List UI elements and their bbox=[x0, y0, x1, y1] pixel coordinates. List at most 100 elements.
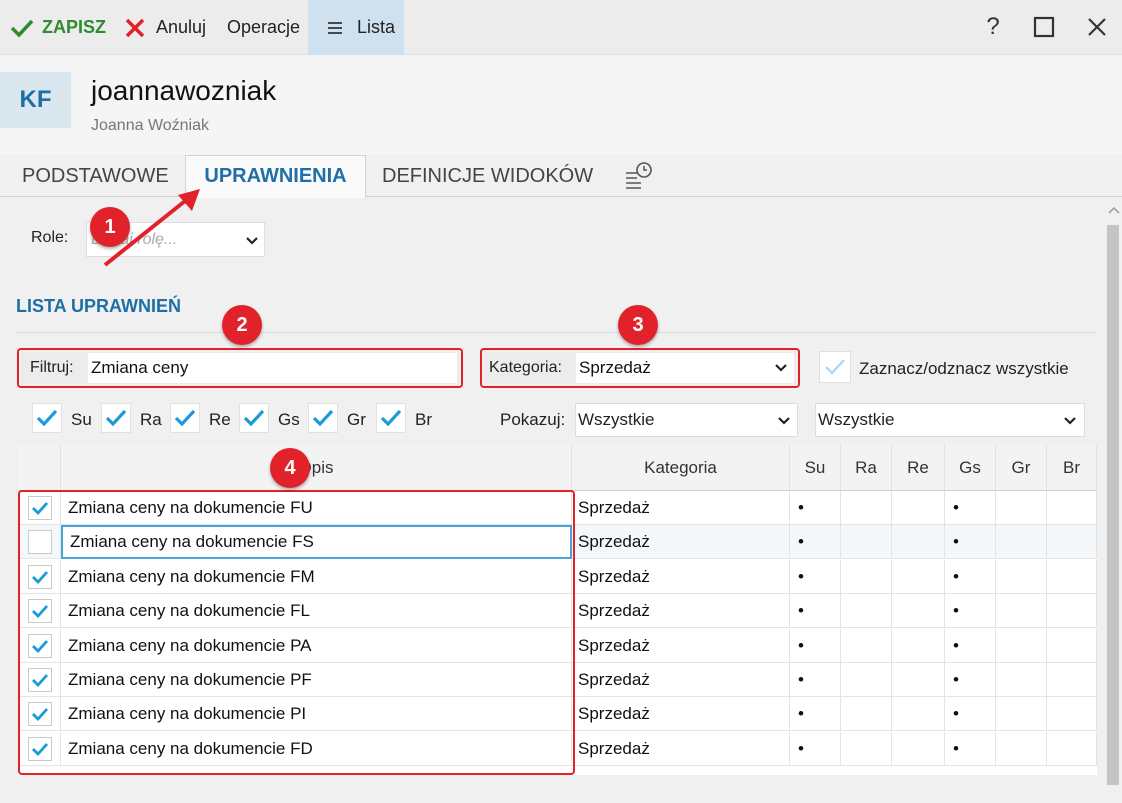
help-icon: ? bbox=[986, 13, 1000, 40]
row-gs-cell: • bbox=[945, 559, 996, 594]
filter-input[interactable]: Zmiana ceny bbox=[88, 353, 457, 383]
row-gs-cell: • bbox=[945, 731, 996, 766]
annotation-badge-1: 1 bbox=[90, 207, 130, 247]
row-gs-cell: • bbox=[945, 594, 996, 629]
header-check-column bbox=[18, 445, 61, 491]
row-su-cell: • bbox=[790, 559, 841, 594]
row-category: Sprzedaż bbox=[572, 559, 790, 594]
show-select-1[interactable]: Wszystkie bbox=[575, 403, 798, 437]
check-icon bbox=[105, 409, 127, 427]
row-category: Sprzedaż bbox=[572, 491, 790, 525]
header-su[interactable]: Su bbox=[790, 445, 841, 491]
show-value-2: Wszystkie bbox=[818, 410, 895, 429]
show-value-1: Wszystkie bbox=[578, 410, 655, 429]
tab-definicje-widokow[interactable]: DEFINICJE WIDOKÓW bbox=[382, 155, 593, 197]
row-re-cell bbox=[892, 525, 945, 560]
row-gs-cell: • bbox=[945, 491, 996, 525]
header-br[interactable]: Br bbox=[1047, 445, 1097, 491]
toggle-su-checkbox[interactable] bbox=[32, 403, 62, 433]
annotation-badge-3: 3 bbox=[618, 305, 658, 345]
toggle-gr-checkbox[interactable] bbox=[308, 403, 338, 433]
row-br-cell bbox=[1047, 525, 1097, 560]
history-icon[interactable] bbox=[623, 161, 653, 191]
toggle-su-label: Su bbox=[71, 410, 92, 429]
header-gr[interactable]: Gr bbox=[996, 445, 1047, 491]
row-ra-cell bbox=[841, 697, 892, 732]
row-br-cell bbox=[1047, 559, 1097, 594]
row-br-cell bbox=[1047, 628, 1097, 663]
list-button[interactable]: Lista bbox=[308, 0, 404, 55]
header-re[interactable]: Re bbox=[892, 445, 945, 491]
toggle-br-checkbox[interactable] bbox=[376, 403, 406, 433]
select-all-label: Zaznacz/odznacz wszystkie bbox=[859, 359, 1069, 378]
row-re-cell bbox=[892, 594, 945, 629]
row-re-cell bbox=[892, 491, 945, 525]
row-category: Sprzedaż bbox=[572, 731, 790, 766]
row-gr-cell bbox=[996, 491, 1047, 525]
row-ra-cell bbox=[841, 491, 892, 525]
row-br-cell bbox=[1047, 731, 1097, 766]
operations-button[interactable]: Operacje bbox=[227, 0, 300, 55]
row-br-cell bbox=[1047, 491, 1097, 525]
toolbar: ZAPISZ Anuluj Operacje Lista ? bbox=[0, 0, 1122, 55]
header-ra[interactable]: Ra bbox=[841, 445, 892, 491]
toggle-gs-checkbox[interactable] bbox=[239, 403, 269, 433]
row-re-cell bbox=[892, 628, 945, 663]
toggle-ra-label: Ra bbox=[140, 410, 162, 429]
header-kategoria[interactable]: Kategoria bbox=[572, 445, 790, 491]
row-category: Sprzedaż bbox=[572, 697, 790, 732]
row-br-cell bbox=[1047, 594, 1097, 629]
row-ra-cell bbox=[841, 525, 892, 560]
user-header: KF joannawozniak Joanna Woźniak bbox=[0, 55, 1122, 155]
help-button[interactable]: ? bbox=[980, 13, 1006, 40]
scroll-up-icon[interactable] bbox=[1108, 205, 1120, 215]
toggle-re-checkbox[interactable] bbox=[170, 403, 200, 433]
chevron-down-icon bbox=[775, 364, 787, 372]
select-all-checkbox[interactable] bbox=[819, 351, 851, 383]
filter-label: Filtruj: bbox=[30, 359, 74, 376]
row-gs-cell: • bbox=[945, 628, 996, 663]
header-opis[interactable]: Opis bbox=[61, 445, 572, 491]
toggle-br-label: Br bbox=[415, 410, 432, 429]
check-icon bbox=[36, 409, 58, 427]
check-icon bbox=[243, 409, 265, 427]
avatar: KF bbox=[0, 72, 71, 128]
cancel-button[interactable]: Anuluj bbox=[124, 0, 206, 55]
row-ra-cell bbox=[841, 663, 892, 697]
username: joannawozniak bbox=[91, 75, 277, 106]
scrollbar-thumb[interactable] bbox=[1107, 225, 1119, 785]
close-window-button[interactable] bbox=[1084, 14, 1110, 40]
header-gs[interactable]: Gs bbox=[945, 445, 996, 491]
save-button[interactable]: ZAPISZ bbox=[10, 0, 106, 55]
list-label: Lista bbox=[357, 17, 396, 37]
row-re-cell bbox=[892, 663, 945, 697]
maximize-button[interactable] bbox=[1031, 14, 1057, 40]
row-category: Sprzedaż bbox=[572, 594, 790, 629]
row-su-cell: • bbox=[790, 594, 841, 629]
operations-label: Operacje bbox=[227, 17, 301, 37]
chevron-down-icon bbox=[778, 417, 790, 425]
category-value: Sprzedaż bbox=[579, 358, 651, 377]
check-icon bbox=[380, 409, 402, 427]
row-gr-cell bbox=[996, 559, 1047, 594]
row-su-cell: • bbox=[790, 731, 841, 766]
chevron-down-icon bbox=[1064, 417, 1076, 425]
row-ra-cell bbox=[841, 628, 892, 663]
row-category: Sprzedaż bbox=[572, 628, 790, 663]
category-field: Kategoria: Sprzedaż bbox=[484, 352, 796, 384]
category-select[interactable]: Sprzedaż bbox=[576, 353, 794, 383]
show-select-2[interactable]: Wszystkie bbox=[815, 403, 1085, 437]
row-re-cell bbox=[892, 697, 945, 732]
maximize-icon bbox=[1033, 16, 1055, 38]
toggle-gs-label: Gs bbox=[278, 410, 300, 429]
row-gr-cell bbox=[996, 731, 1047, 766]
tab-uprawnienia[interactable]: UPRAWNIENIA bbox=[185, 155, 366, 198]
toggle-ra-checkbox[interactable] bbox=[101, 403, 131, 433]
row-ra-cell bbox=[841, 594, 892, 629]
row-su-cell: • bbox=[790, 663, 841, 697]
toggle-gr-label: Gr bbox=[347, 410, 366, 429]
row-gr-cell bbox=[996, 525, 1047, 560]
row-gr-cell bbox=[996, 594, 1047, 629]
row-category: Sprzedaż bbox=[572, 525, 790, 560]
full-name: Joanna Woźniak bbox=[91, 117, 209, 134]
